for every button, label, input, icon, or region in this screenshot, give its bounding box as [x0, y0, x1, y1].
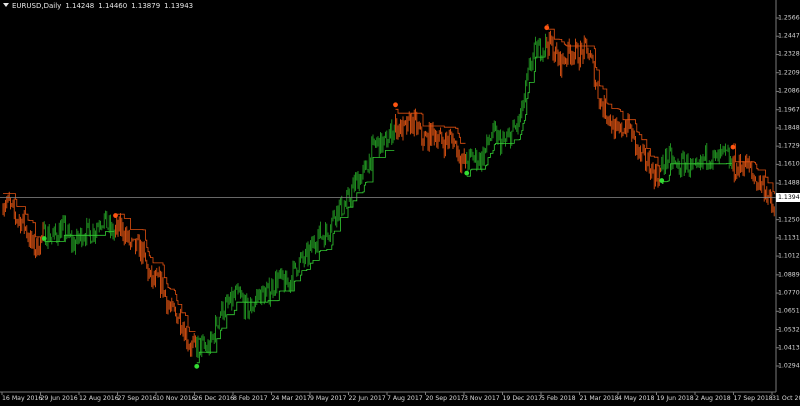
price-tick-label: 1.24470 — [778, 32, 800, 40]
time-tick-label: 24 Mar 2017 — [271, 395, 311, 402]
time-tick-label: 22 Jun 2017 — [348, 395, 386, 402]
time-tick-label: 31 Oct 2018 — [772, 395, 800, 402]
close-value: 1.13943 — [164, 2, 194, 10]
buy-signal-dot — [464, 170, 470, 176]
current-price-label: 1.13943 — [776, 193, 800, 202]
price-chart[interactable] — [0, 0, 800, 406]
support-trailing-line — [44, 56, 732, 364]
time-tick-label: 12 Aug 2016 — [79, 395, 119, 402]
resistance-trailing-line — [3, 24, 775, 332]
price-tick-label: 1.19675 — [778, 106, 800, 114]
symbol-title: EURUSD,Daily — [12, 2, 62, 10]
open-value: 1.14248 — [65, 2, 95, 10]
buy-signal-dot — [194, 363, 200, 369]
price-tick-label: 1.07705 — [778, 289, 800, 297]
chart-window[interactable]: EURUSD,Daily 1.14248 1.14460 1.13879 1.13943… — [0, 0, 800, 406]
price-tick-label: 1.06515 — [778, 307, 800, 315]
price-tick-label: 1.25660 — [778, 14, 800, 22]
price-tick-label: 1.11310 — [778, 234, 800, 242]
time-tick-label: 19 Jun 2018 — [656, 395, 694, 402]
time-tick-label: 2 Aug 2018 — [695, 395, 731, 402]
sell-signal-dot — [544, 25, 550, 31]
time-tick-label: 3 Nov 2017 — [464, 395, 500, 402]
high-value: 1.14460 — [98, 2, 128, 10]
price-tick-label: 1.05325 — [778, 326, 800, 334]
price-tick-label: 1.14880 — [778, 179, 800, 187]
price-tick-label: 1.08895 — [778, 271, 800, 279]
dropdown-triangle-icon[interactable] — [3, 3, 9, 7]
price-tick-label: 1.18485 — [778, 124, 800, 132]
time-tick-label: 21 Mar 2018 — [579, 395, 619, 402]
time-tick-label: 29 Jun 2016 — [40, 395, 78, 402]
price-tick-label: 1.17295 — [778, 142, 800, 150]
price-tick-label: 1.16105 — [778, 160, 800, 168]
chart-title-bar: EURUSD,Daily 1.14248 1.14460 1.13879 1.13943 — [3, 2, 197, 10]
price-tick-label: 1.04135 — [778, 344, 800, 352]
buy-signal-dot — [659, 178, 665, 183]
price-tick-label: 1.22090 — [778, 69, 800, 77]
time-tick-label: 7 Aug 2017 — [387, 395, 423, 402]
buy-signal-dot — [41, 236, 47, 241]
price-tick-label: 1.02945 — [778, 362, 800, 370]
sell-signal-dot — [730, 144, 736, 150]
price-tick-label: 1.23280 — [778, 50, 800, 58]
time-tick-label: 17 Sep 2018 — [733, 395, 773, 402]
price-tick-label: 1.10120 — [778, 252, 800, 260]
time-tick-label: 10 Nov 2016 — [156, 395, 196, 402]
sell-signal-dot — [393, 102, 398, 108]
time-tick-label: 27 Sep 2016 — [117, 395, 157, 402]
time-tick-label: 5 Feb 2018 — [541, 395, 576, 402]
time-tick-label: 26 Dec 2016 — [194, 395, 235, 402]
time-tick-label: 16 May 2016 — [2, 395, 43, 402]
time-tick-label: 4 May 2018 — [618, 395, 655, 402]
time-tick-label: 19 Dec 2017 — [502, 395, 543, 402]
time-tick-label: 20 Sep 2017 — [425, 395, 465, 402]
price-tick-label: 1.20865 — [778, 87, 800, 95]
time-tick-label: 9 May 2017 — [310, 395, 347, 402]
price-tick-label: 1.12500 — [778, 216, 800, 224]
low-value: 1.13879 — [131, 2, 161, 10]
time-tick-label: 8 Feb 2017 — [233, 395, 268, 402]
sell-signal-dot — [113, 213, 118, 218]
